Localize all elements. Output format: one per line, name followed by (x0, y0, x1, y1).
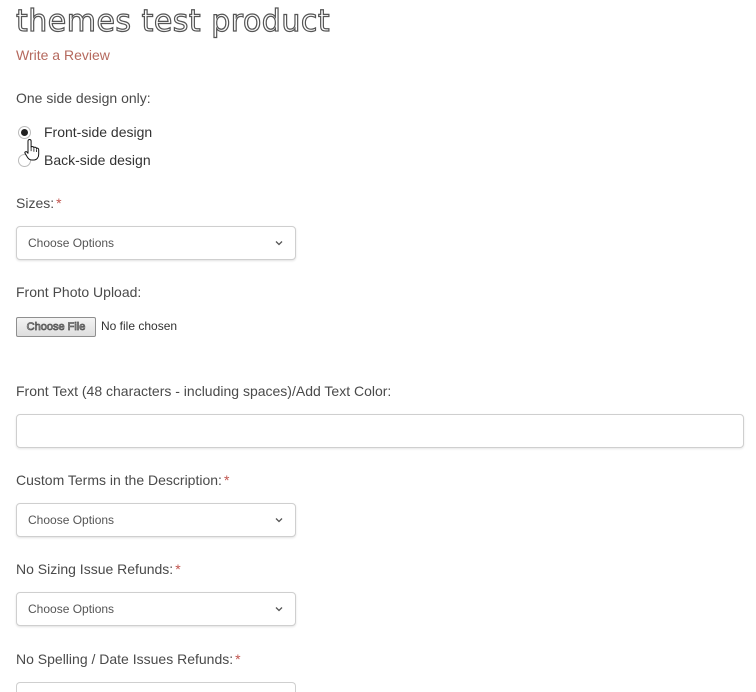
choose-file-button[interactable]: Choose File (16, 317, 96, 337)
chevron-down-icon (275, 607, 283, 612)
sizes-select[interactable]: Choose Options (16, 226, 296, 260)
sizing-refunds-select[interactable]: Choose Options (16, 592, 296, 626)
radio-front-label: Front-side design (44, 124, 153, 140)
required-mark: * (175, 561, 181, 577)
sizes-select-value: Choose Options (28, 236, 115, 250)
custom-terms-select[interactable]: Choose Options (16, 503, 296, 537)
custom-terms-select-value: Choose Options (28, 513, 115, 527)
sizes-label: Sizes: * (16, 195, 62, 211)
front-text-input[interactable] (16, 414, 744, 448)
write-review-link[interactable]: Write a Review (16, 47, 110, 63)
required-mark: * (56, 195, 62, 211)
design-option-label: One side design only: (16, 90, 151, 106)
radio-back-label: Back-side design (44, 152, 151, 168)
required-mark: * (223, 472, 230, 488)
product-title: themes test product (15, 3, 331, 39)
hand-pointer-icon (24, 139, 40, 161)
sizing-refunds-select-value: Choose Options (28, 602, 115, 616)
file-status-text: No file chosen (101, 319, 178, 333)
custom-terms-label: Custom Terms in the Description: * (16, 472, 230, 488)
chevron-down-icon (275, 241, 283, 246)
front-photo-label: Front Photo Upload: (16, 284, 142, 300)
front-text-label: Front Text (48 characters - including sp… (16, 383, 392, 399)
required-mark: * (235, 651, 241, 667)
spelling-refunds-label: No Spelling / Date Issues Refunds: * (16, 651, 241, 667)
spelling-refunds-select[interactable] (16, 682, 296, 692)
sizing-refunds-label: No Sizing Issue Refunds: * (16, 561, 181, 577)
chevron-down-icon (275, 518, 283, 523)
radio-front-side[interactable] (18, 125, 31, 139)
